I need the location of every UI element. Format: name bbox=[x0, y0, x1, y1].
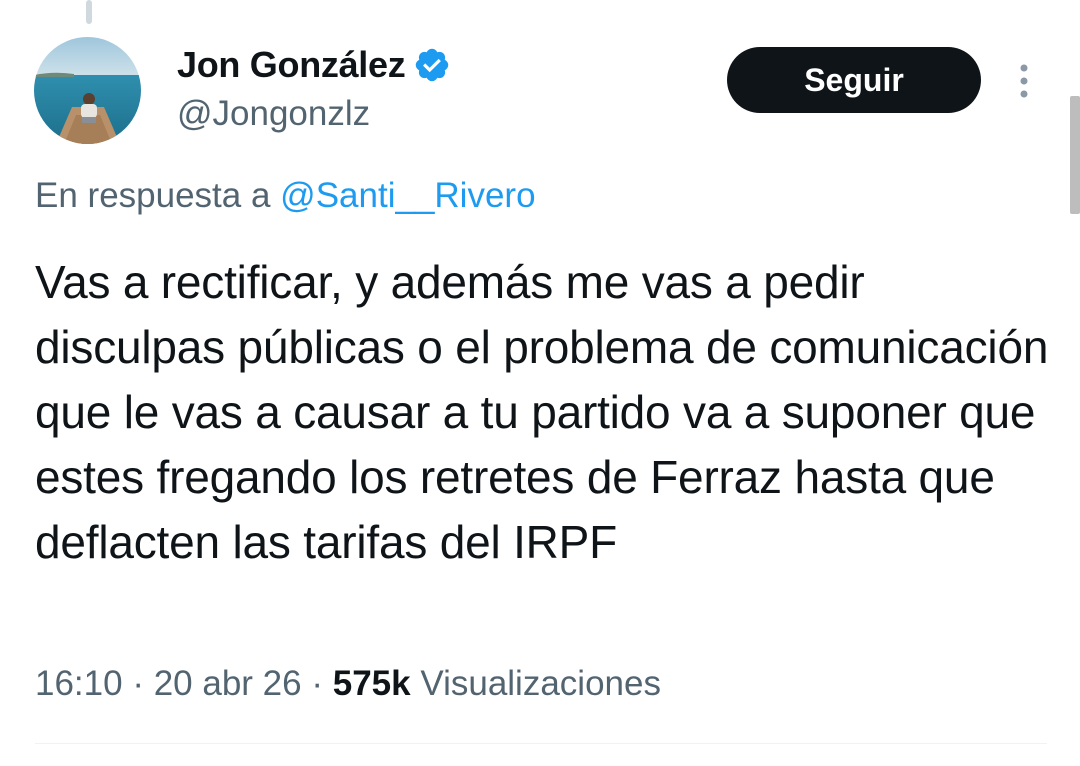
thread-connector-line bbox=[86, 0, 92, 24]
avatar-image bbox=[34, 37, 141, 144]
tweet-time[interactable]: 16:10 bbox=[35, 664, 123, 703]
avatar[interactable] bbox=[34, 37, 141, 144]
scrollbar[interactable] bbox=[1070, 96, 1080, 214]
tweet-metadata: 16:10 · 20 abr 26 · 575k Visualizaciones bbox=[35, 664, 661, 704]
author-info: Jon González @Jongonzlz bbox=[177, 40, 451, 134]
author-display-name[interactable]: Jon González bbox=[177, 44, 406, 86]
views-count[interactable]: 575k bbox=[333, 664, 411, 703]
reply-context: En respuesta a @Santi__Rivero bbox=[35, 176, 536, 216]
reply-prefix: En respuesta a bbox=[35, 176, 271, 215]
more-vertical-icon[interactable] bbox=[1012, 60, 1036, 102]
divider bbox=[35, 743, 1047, 744]
reply-mention-link[interactable]: @Santi__Rivero bbox=[280, 176, 535, 215]
verified-badge-icon bbox=[413, 46, 451, 84]
follow-button[interactable]: Seguir bbox=[727, 47, 981, 113]
tweet-date[interactable]: 20 abr 26 bbox=[154, 664, 302, 703]
views-label[interactable]: Visualizaciones bbox=[420, 664, 661, 703]
meta-separator: · bbox=[311, 664, 324, 703]
tweet-text: Vas a rectificar, y además me vas a pedi… bbox=[35, 256, 1049, 568]
meta-separator: · bbox=[132, 664, 144, 703]
author-handle[interactable]: @Jongonzlz bbox=[177, 94, 451, 134]
author-name-row: Jon González bbox=[177, 40, 451, 90]
